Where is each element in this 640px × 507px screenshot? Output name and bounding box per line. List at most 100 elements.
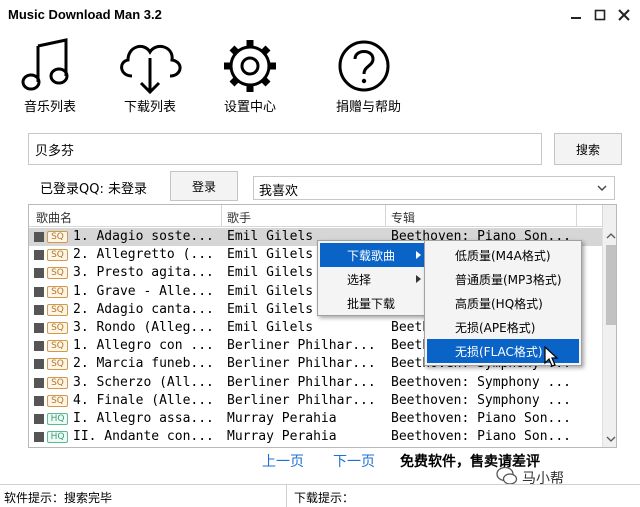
music-list-label: 音乐列表 [24,100,77,115]
table-row[interactable]: SQ 3. Scherzo (All... Berliner Philhar... B… [29,374,602,392]
row-checkbox[interactable] [34,304,44,315]
row-checkbox[interactable] [34,359,44,370]
menu-item-mp3[interactable]: 普通质量(MP3格式) [427,267,579,291]
row-checkbox[interactable] [34,250,44,261]
menu-item-select[interactable]: 选择 [320,267,426,291]
album-cell: Beethoven: Piano Son... [391,410,572,426]
close-button[interactable] [613,4,635,26]
gear-icon [224,40,276,92]
mouse-cursor-icon [544,346,559,367]
song-name-cell: 1. Allegro con ... [73,338,214,354]
maximize-button[interactable] [589,4,611,26]
artist-cell: Berliner Philhar... [227,338,376,354]
row-checkbox[interactable] [34,286,44,297]
download-list-label: 下载列表 [124,100,177,115]
artist-cell: Berliner Philhar... [227,356,376,372]
login-button[interactable]: 登录 [170,171,238,201]
artist-cell: Berliner Philhar... [227,374,376,390]
row-checkbox[interactable] [34,341,44,352]
quality-badge: SQ [47,358,68,371]
row-checkbox[interactable] [34,268,44,279]
column-header-album[interactable]: 专辑 [391,209,415,226]
quality-badge: HQ [47,412,68,425]
quality-badge: SQ [47,321,68,334]
submenu-arrow-icon [416,275,421,283]
quality-badge: SQ [47,340,68,353]
menu-item-hq[interactable]: 高质量(HQ格式) [427,291,579,315]
song-name-cell: 3. Rondo (Alleg... [73,319,214,335]
table-row[interactable]: HQ II. Andante con... Murray Perahia Beetho… [29,428,602,446]
scroll-thumb[interactable] [606,245,616,325]
menu-item-download-song[interactable]: 下载歌曲 [320,243,426,267]
free-software-note: 免费软件，售卖请差评 [400,454,540,470]
menu-item-label: 选择 [347,272,372,287]
album-cell: Beethoven: Piano Son... [391,429,572,445]
scroll-up-icon[interactable] [605,230,617,242]
title-bar: Music Download Man 3.2 [0,0,640,30]
song-name-cell: 1. Adagio soste... [73,229,214,244]
quality-badge: SQ [47,249,68,262]
menu-item-batch-download[interactable]: 批量下载 [320,291,426,315]
prev-page-link[interactable]: 上一页 [262,451,304,471]
download-list-button[interactable]: 下载列表 [114,36,204,116]
window-title: Music Download Man 3.2 [8,7,162,22]
quality-badge: HQ [47,431,68,444]
wechat-icon [496,466,518,485]
settings-button[interactable]: 设置中心 [216,36,306,116]
album-cell: Beethoven: Symphony ... [391,392,572,408]
row-checkbox[interactable] [34,432,44,443]
column-header-artist[interactable]: 歌手 [227,209,251,226]
song-name-cell: 1. Grave - Alle... [73,283,214,299]
quality-badge: SQ [47,231,68,243]
question-mark-icon [338,40,390,92]
search-button[interactable]: 搜索 [554,133,622,165]
next-page-link[interactable]: 下一页 [333,451,375,471]
scroll-down-icon[interactable] [605,433,617,445]
cloud-download-icon [120,44,182,94]
settings-label: 设置中心 [224,100,277,115]
chevron-down-icon [597,185,607,191]
column-header-name[interactable]: 歌曲名 [36,209,72,226]
search-input[interactable] [28,133,542,165]
row-checkbox[interactable] [34,395,44,406]
song-name-cell: 2. Allegretto (... [73,247,214,263]
playlist-select[interactable]: 我喜欢 [253,176,615,200]
table-row[interactable]: SQ 4. Finale (Alle... Berliner Philhar... B… [29,392,602,410]
song-name-cell: I. Allegro assa... [73,410,214,426]
artist-cell: Berliner Philhar... [227,392,376,408]
header-corner [602,205,616,227]
row-checkbox[interactable] [34,377,44,388]
song-name-cell: II. Andante con... [73,429,214,445]
donate-help-label: 捐赠与帮助 [336,100,402,115]
software-status: 软件提示：搜索完毕 [4,491,113,505]
music-note-icon [21,38,69,91]
menu-item-ape[interactable]: 无损(APE格式) [427,315,579,339]
row-checkbox[interactable] [34,413,44,424]
menu-item-label: 批量下载 [347,296,396,311]
download-status: 下载提示： [294,491,355,505]
song-name-cell: 4. Finale (Alle... [73,392,214,408]
status-bar: 软件提示：搜索完毕 下载提示： [0,484,640,507]
playlist-selected-value: 我喜欢 [259,184,299,199]
submenu-arrow-icon [416,251,421,259]
row-checkbox[interactable] [34,232,44,242]
quality-badge: SQ [47,303,68,316]
menu-item-label: 下载歌曲 [347,248,396,263]
music-list-button[interactable]: 音乐列表 [16,36,106,116]
menu-item-m4a[interactable]: 低质量(M4A格式) [427,243,579,267]
qq-login-status: 已登录QQ: 未登录 [40,182,147,197]
table-row[interactable]: HQ I. Allegro assa... Murray Perahia Beetho… [29,410,602,428]
maximize-icon [594,9,606,21]
quality-badge: SQ [47,285,68,298]
minimize-button[interactable] [565,4,587,26]
quality-badge: SQ [47,376,68,389]
row-checkbox[interactable] [34,322,44,333]
quality-badge: SQ [47,267,68,280]
album-cell: Beethoven: Symphony ... [391,374,572,390]
quality-badge: SQ [47,394,68,407]
vertical-scrollbar[interactable] [602,227,617,447]
artist-cell: Emil Gilels [227,319,314,335]
close-icon [618,9,630,21]
donate-help-button[interactable]: 捐赠与帮助 [332,36,422,116]
artist-cell: Murray Perahia [227,410,337,426]
